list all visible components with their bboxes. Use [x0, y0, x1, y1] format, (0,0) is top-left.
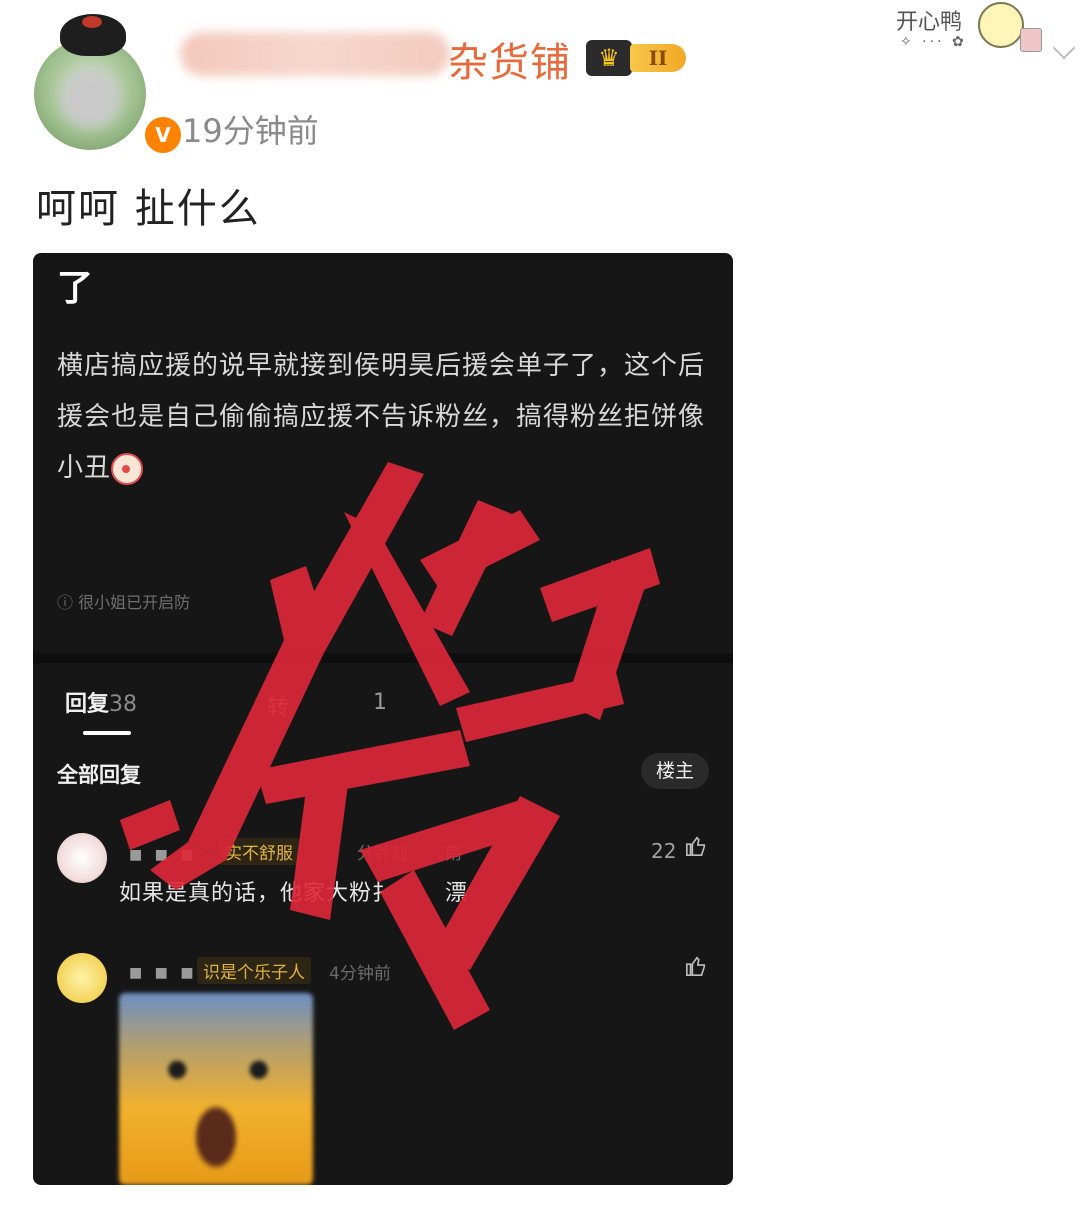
thumbs-up-icon[interactable]: [685, 835, 707, 857]
comment-fan-tag: 识是个乐子人: [197, 957, 311, 984]
comment-fan-tag: 实不舒服: [219, 838, 299, 865]
sticker-text: 开心鸭: [896, 10, 963, 35]
avatar-hat-decoration: [60, 14, 126, 56]
user-avatar[interactable]: V: [34, 14, 184, 156]
embedded-screenshot[interactable]: 了 横店搞应援的说早就接到侯明昊后援会单子了，这个后援会也是自己偷偷搞应援不告诉…: [33, 253, 733, 1185]
screenshot-body: 横店搞应援的说早就接到侯明昊后援会单子了，这个后援会也是自己偷偷搞应援不告诉粉丝…: [57, 341, 717, 494]
tab-replies-label: 回复: [65, 692, 110, 717]
all-replies-label[interactable]: 全部回复: [57, 759, 141, 789]
cup-icon: [1020, 28, 1042, 52]
tab-reposts[interactable]: 转: [267, 690, 289, 722]
active-tab-indicator: [83, 731, 131, 735]
sticker-decoration: 开心鸭 ✧ ··· ✿: [892, 0, 1052, 62]
like-count: 22: [651, 839, 677, 863]
comment-username-dots: ■ ■ ■: [129, 965, 198, 981]
tab-replies-count: 38: [109, 692, 138, 717]
screenshot-top-text: 了: [57, 268, 94, 309]
comment-avatar[interactable]: [57, 833, 107, 883]
post-timestamp: 19分钟前: [182, 112, 319, 150]
username-blurred[interactable]: [180, 32, 450, 76]
reply-image[interactable]: [119, 993, 313, 1185]
comment-text: 如果是真的话，他家大粉扌: [119, 881, 396, 906]
avatar-face-blurred: [60, 68, 120, 128]
username[interactable]: 杂货铺: [448, 30, 571, 88]
comment-location: 南: [445, 844, 462, 864]
op-filter-button[interactable]: 楼主: [641, 753, 709, 789]
screenshot-body-text: 横店搞应援的说早就接到侯明昊后援会单子了，这个后援会也是自己偷偷搞应援不告诉粉丝…: [57, 351, 706, 483]
comment-text-tail: 漂: [445, 881, 469, 906]
crown-icon: ♛: [586, 40, 632, 76]
privacy-note: ⓘ 很小姐已开启防: [57, 593, 191, 612]
clown-emoji-icon: [111, 452, 144, 485]
thumbs-up-icon[interactable]: [685, 955, 707, 977]
chick-icon: [978, 2, 1024, 48]
verified-badge-icon: V: [142, 114, 184, 156]
comment-time: 分钟前: [357, 844, 408, 864]
comment-avatar[interactable]: [57, 953, 107, 1003]
comment-time: 4分钟前: [329, 964, 391, 984]
comment-username-dots: ■ ■ ■: [129, 847, 198, 863]
tab-likes[interactable]: 1: [373, 690, 387, 715]
chevron-down-icon[interactable]: [1052, 36, 1076, 60]
vip-level: II: [630, 44, 686, 72]
sticker-sparkles: ✧ ··· ✿: [900, 34, 967, 50]
divider: [33, 653, 733, 663]
tab-replies[interactable]: 回复38: [65, 686, 137, 718]
post-header: V 杂货铺 ♛ II 19分钟前 开心鸭 ✧ ··· ✿: [0, 0, 1080, 170]
post-text: 呵呵 扯什么: [36, 186, 261, 232]
vip-badge[interactable]: ♛ II: [586, 40, 690, 76]
